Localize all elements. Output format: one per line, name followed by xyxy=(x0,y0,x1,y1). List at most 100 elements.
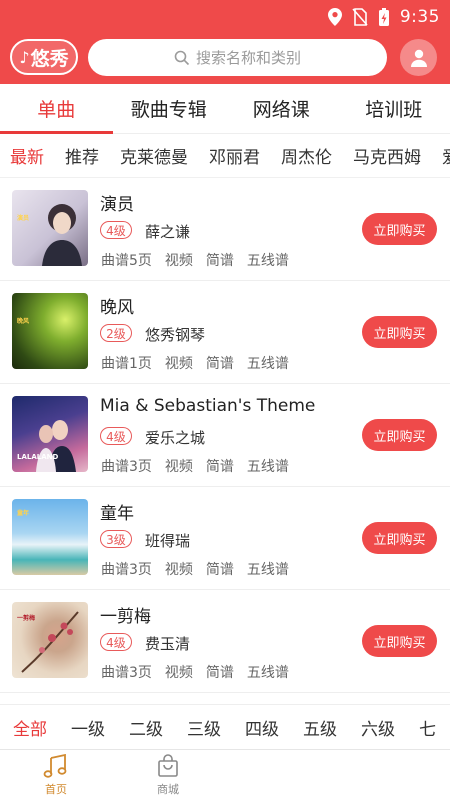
tag-pages: 曲谱1页 xyxy=(101,356,152,372)
song-tags: 曲谱3页 视频 简谱 五线谱 xyxy=(101,456,289,476)
filter-clayderman[interactable]: 克莱德曼 xyxy=(120,143,188,168)
tag-pages: 曲谱5页 xyxy=(101,253,152,269)
filter-maksim[interactable]: 马克西姆 xyxy=(353,143,421,168)
song-title: Mia & Sebastian's Theme xyxy=(100,396,316,416)
buy-now-button[interactable]: 立即购买 xyxy=(362,213,437,245)
profile-button[interactable] xyxy=(400,39,437,76)
nav-shop[interactable]: 商城 xyxy=(140,752,196,798)
music-note-icon xyxy=(43,753,67,778)
tag-video: 视频 xyxy=(164,356,193,372)
buy-now-button[interactable]: 立即购买 xyxy=(362,316,437,348)
level-filter-6[interactable]: 六级 xyxy=(361,715,395,740)
song-artist: 费玉清 xyxy=(145,635,191,653)
level-badge: 4级 xyxy=(100,633,132,651)
nav-shop-label: 商城 xyxy=(157,782,179,796)
song-cover: 童年 xyxy=(12,499,88,575)
bottom-nav: 首页 商城 xyxy=(0,749,450,799)
buy-now-button[interactable]: 立即购买 xyxy=(362,625,437,657)
tag-numbered-notation: 简谱 xyxy=(205,356,234,372)
song-cover: 演员 xyxy=(12,190,88,266)
buy-now-button[interactable]: 立即购买 xyxy=(362,522,437,554)
tag-video: 视频 xyxy=(164,253,193,269)
song-title: 童年 xyxy=(100,504,134,524)
nav-home-label: 首页 xyxy=(45,782,67,796)
level-badge: 3级 xyxy=(100,530,132,548)
level-filter-1[interactable]: 一级 xyxy=(71,715,105,740)
tag-staff-notation: 五线谱 xyxy=(246,459,289,475)
app-screen: 9:35 ♪ 悠秀 搜索名称和类别 单曲 歌曲专辑 网络课 培训班 最新 推荐 … xyxy=(0,0,450,799)
level-badge: 4级 xyxy=(100,221,132,239)
buy-now-button[interactable]: 立即购买 xyxy=(362,419,437,451)
song-item[interactable]: 演员 演员 4级 薛之谦 曲谱5页 视频 简谱 五线谱 立即购买 xyxy=(0,178,450,281)
song-artist: 悠秀钢琴 xyxy=(145,326,206,344)
search-icon xyxy=(174,50,190,65)
cover-caption: 演员 xyxy=(17,215,30,222)
song-item[interactable]: LALALAND Mia & Sebastian's Theme 4级 爱乐之城… xyxy=(0,384,450,487)
logo-text: 悠秀 xyxy=(30,47,69,70)
level-filter-3[interactable]: 三级 xyxy=(187,715,221,740)
tag-staff-notation: 五线谱 xyxy=(246,665,289,681)
song-title: 演员 xyxy=(100,195,134,215)
music-note-logo-icon: ♪ xyxy=(19,47,30,67)
tag-numbered-notation: 简谱 xyxy=(205,665,234,681)
tag-staff-notation: 五线谱 xyxy=(246,253,289,269)
search-placeholder: 搜索名称和类别 xyxy=(195,49,301,67)
status-bar: 9:35 xyxy=(327,6,440,28)
tag-video: 视频 xyxy=(164,665,193,681)
level-filter-bar: 全部 一级 二级 三级 四级 五级 六级 七 xyxy=(0,704,450,749)
tab-training[interactable]: 培训班 xyxy=(338,84,450,133)
song-title: 晚风 xyxy=(100,298,134,318)
song-cover: 一剪梅 xyxy=(12,602,88,678)
status-time: 9:35 xyxy=(399,7,440,27)
tag-video: 视频 xyxy=(164,459,193,475)
tag-numbered-notation: 简谱 xyxy=(205,562,234,578)
level-badge: 4级 xyxy=(100,427,132,445)
song-artist: 薛之谦 xyxy=(145,223,191,241)
tab-albums[interactable]: 歌曲专辑 xyxy=(113,84,226,133)
app-logo[interactable]: ♪ 悠秀 xyxy=(10,39,78,75)
song-artist: 班得瑞 xyxy=(145,532,191,550)
header-bar: 9:35 ♪ 悠秀 搜索名称和类别 xyxy=(0,0,450,84)
level-filter-7[interactable]: 七 xyxy=(419,715,436,740)
location-icon xyxy=(327,8,342,26)
song-item[interactable]: 晚风 晚风 2级 悠秀钢琴 曲谱1页 视频 简谱 五线谱 立即购买 xyxy=(0,281,450,384)
shopping-bag-icon xyxy=(158,753,178,777)
tag-staff-notation: 五线谱 xyxy=(246,562,289,578)
tag-staff-notation: 五线谱 xyxy=(246,356,289,372)
song-tags: 曲谱3页 视频 简谱 五线谱 xyxy=(101,559,289,579)
tag-numbered-notation: 简谱 xyxy=(205,253,234,269)
tag-pages: 曲谱3页 xyxy=(101,459,152,475)
main-tabs: 单曲 歌曲专辑 网络课 培训班 xyxy=(0,84,450,134)
song-artist: 爱乐之城 xyxy=(145,429,206,447)
search-bar[interactable]: 搜索名称和类别 xyxy=(88,39,387,76)
no-sim-icon xyxy=(352,8,368,26)
song-list: 演员 演员 4级 薛之谦 曲谱5页 视频 简谱 五线谱 立即购买 晚风 晚风 2… xyxy=(0,178,450,704)
tag-numbered-notation: 简谱 xyxy=(205,459,234,475)
tab-online-course[interactable]: 网络课 xyxy=(225,84,338,133)
nav-home[interactable]: 首页 xyxy=(28,752,84,798)
filter-latest[interactable]: 最新 xyxy=(10,143,44,168)
song-cover: 晚风 xyxy=(12,293,88,369)
level-filter-2[interactable]: 二级 xyxy=(129,715,163,740)
filter-recommended[interactable]: 推荐 xyxy=(65,143,99,168)
filter-jay-chou[interactable]: 周杰伦 xyxy=(281,143,332,168)
artist-filter-bar: 最新 推荐 克莱德曼 邓丽君 周杰伦 马克西姆 爱 xyxy=(0,134,450,178)
level-filter-4[interactable]: 四级 xyxy=(245,715,279,740)
level-filter-all[interactable]: 全部 xyxy=(13,715,47,740)
cover-caption: 一剪梅 xyxy=(17,615,36,622)
tag-pages: 曲谱3页 xyxy=(101,665,152,681)
song-item[interactable]: 童年 童年 3级 班得瑞 曲谱3页 视频 简谱 五线谱 立即购买 xyxy=(0,487,450,590)
level-filter-5[interactable]: 五级 xyxy=(303,715,337,740)
tag-video: 视频 xyxy=(164,562,193,578)
song-title: 一剪梅 xyxy=(100,607,151,627)
song-cover: LALALAND xyxy=(12,396,88,472)
cover-caption: 童年 xyxy=(17,510,30,517)
level-badge: 2级 xyxy=(100,324,132,342)
filter-more[interactable]: 爱 xyxy=(442,143,450,168)
filter-teresa-teng[interactable]: 邓丽君 xyxy=(209,143,260,168)
tab-single[interactable]: 单曲 xyxy=(0,84,113,134)
song-tags: 曲谱1页 视频 简谱 五线谱 xyxy=(101,353,289,373)
cover-caption: LALALAND xyxy=(17,453,59,461)
song-item[interactable]: 一剪梅 一剪梅 4级 费玉清 曲谱3页 视频 简谱 五线谱 立即购买 xyxy=(0,590,450,693)
song-tags: 曲谱5页 视频 简谱 五线谱 xyxy=(101,250,289,270)
